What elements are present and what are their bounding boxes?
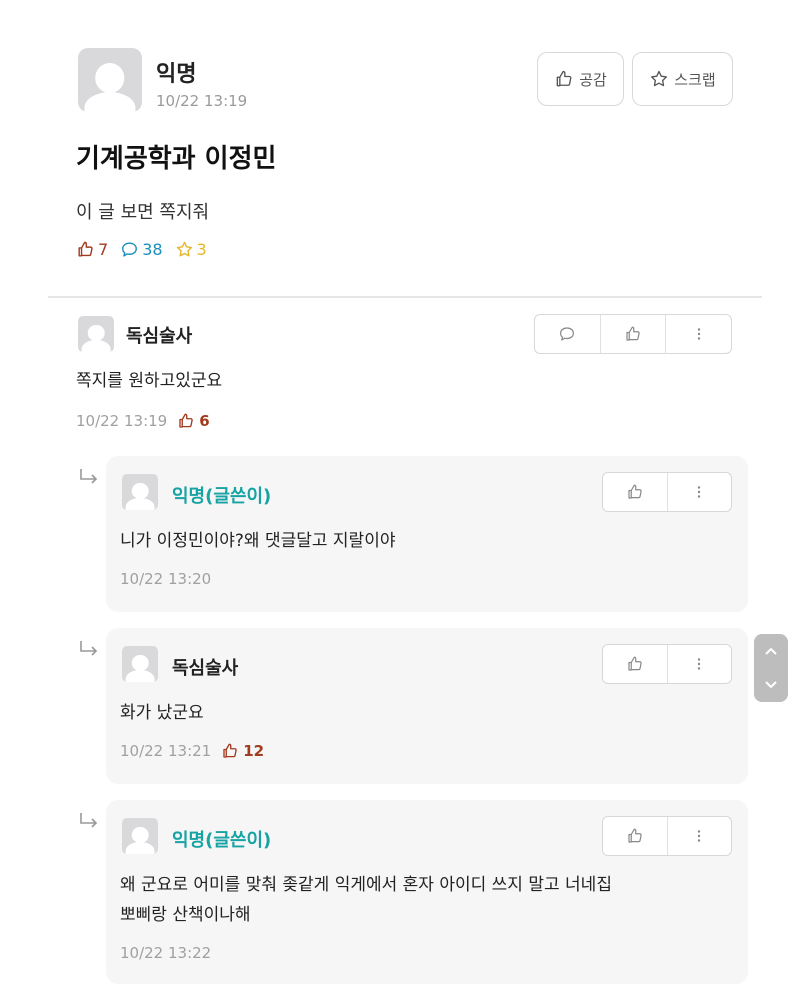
reply-author: 익명(글쓴이): [172, 830, 272, 851]
reply-actions: [602, 816, 732, 856]
reply-arrow-icon: [80, 813, 98, 828]
thumbs-up-icon: [223, 743, 238, 758]
comment-time: 10/22 13:19: [76, 412, 168, 430]
reply-avatar: [122, 818, 158, 854]
reply-more-button[interactable]: [666, 645, 732, 683]
post-timestamp: 10/22 13:19: [156, 92, 248, 110]
post-author-avatar: [78, 48, 142, 112]
post-body: 이 글 보면 쪽지줘: [76, 202, 210, 223]
vertical-dots-icon: [698, 830, 701, 842]
comment-avatar: [78, 316, 114, 352]
divider: [48, 296, 762, 298]
like-button[interactable]: 공감: [537, 52, 624, 106]
comment-votes-value: 6: [199, 412, 210, 430]
reply-time: 10/22 13:20: [120, 570, 212, 588]
reply-text: 화가 났군요: [120, 703, 204, 723]
vertical-dots-icon: [697, 328, 700, 340]
reply-like-button[interactable]: [603, 645, 667, 683]
speech-bubble-icon: [560, 327, 575, 341]
comment-count-value: 38: [142, 240, 163, 259]
reply-author: 독심술사: [172, 658, 239, 679]
like-count: 7: [76, 240, 108, 259]
reply-more-button[interactable]: [666, 473, 732, 511]
reply-meta: 10/22 13:22: [120, 944, 211, 962]
thumbs-up-icon: [556, 70, 572, 87]
comment-text: 쪽지를 원하고있군요: [76, 371, 223, 391]
thumbs-up-icon: [628, 484, 642, 499]
scroll-widget: [754, 634, 788, 702]
scrap-button[interactable]: 스크랩: [632, 52, 733, 106]
scrap-count: 3: [175, 240, 207, 259]
like-count-value: 7: [98, 240, 109, 259]
reply-votes: 12: [221, 742, 264, 760]
reply-actions: [602, 472, 732, 512]
post-author-name: 익명: [156, 62, 197, 87]
comment-more-button[interactable]: [665, 315, 731, 353]
comment-like-button[interactable]: [599, 315, 666, 353]
reply-time: 10/22 13:22: [120, 944, 212, 962]
comment-count: 38: [120, 240, 163, 259]
post-title: 기계공학과 이정민: [76, 144, 277, 174]
reply-meta: 10/22 13:20: [120, 570, 211, 588]
reply-more-button[interactable]: [666, 817, 732, 855]
comment-meta: 10/22 13:19 6: [76, 412, 210, 430]
reply-text: 니가 이정민이야?왜 댓글달고 지랄이야: [120, 531, 396, 551]
vertical-dots-icon: [698, 658, 701, 670]
thumbs-up-icon: [78, 241, 93, 257]
reply-like-button[interactable]: [603, 817, 667, 855]
post-stats: 7 38 3: [76, 240, 219, 259]
thumbs-up-icon: [626, 326, 640, 341]
reply-time: 10/22 13:21: [120, 742, 212, 760]
vertical-dots-icon: [698, 486, 701, 498]
reply-text-line2: 뽀삐랑 산책이나해: [120, 905, 251, 925]
thumbs-up-icon: [628, 828, 642, 843]
comment-votes: 6: [177, 412, 210, 430]
like-button-label: 공감: [579, 70, 607, 89]
reply-text-line1: 왜 군요로 어미를 맞춰 좆같게 익게에서 혼자 아이디 쓰지 말고 너네집: [120, 875, 612, 895]
reply-like-button[interactable]: [603, 473, 667, 511]
star-icon: [176, 241, 192, 257]
chevron-down-icon[interactable]: [763, 679, 779, 691]
scrap-count-value: 3: [196, 240, 207, 259]
reply-avatar: [122, 646, 158, 682]
scrap-button-label: 스크랩: [674, 70, 716, 89]
reply-votes-value: 12: [243, 742, 265, 760]
speech-bubble-icon: [122, 242, 138, 257]
reply-actions: [602, 644, 732, 684]
comment-actions: [534, 314, 732, 354]
comment-author: 독심술사: [126, 326, 193, 347]
reply-author: 익명(글쓴이): [172, 486, 272, 507]
star-icon: [651, 70, 668, 87]
reply-arrow-icon: [80, 641, 98, 656]
thumbs-up-icon: [179, 413, 194, 428]
thumbs-up-icon: [628, 656, 642, 671]
reply-meta: 10/22 13:21 12: [120, 742, 264, 760]
reply-avatar: [122, 474, 158, 510]
reply-arrow-icon: [80, 469, 98, 484]
chevron-up-icon[interactable]: [763, 645, 779, 657]
reply-button[interactable]: [535, 315, 600, 353]
